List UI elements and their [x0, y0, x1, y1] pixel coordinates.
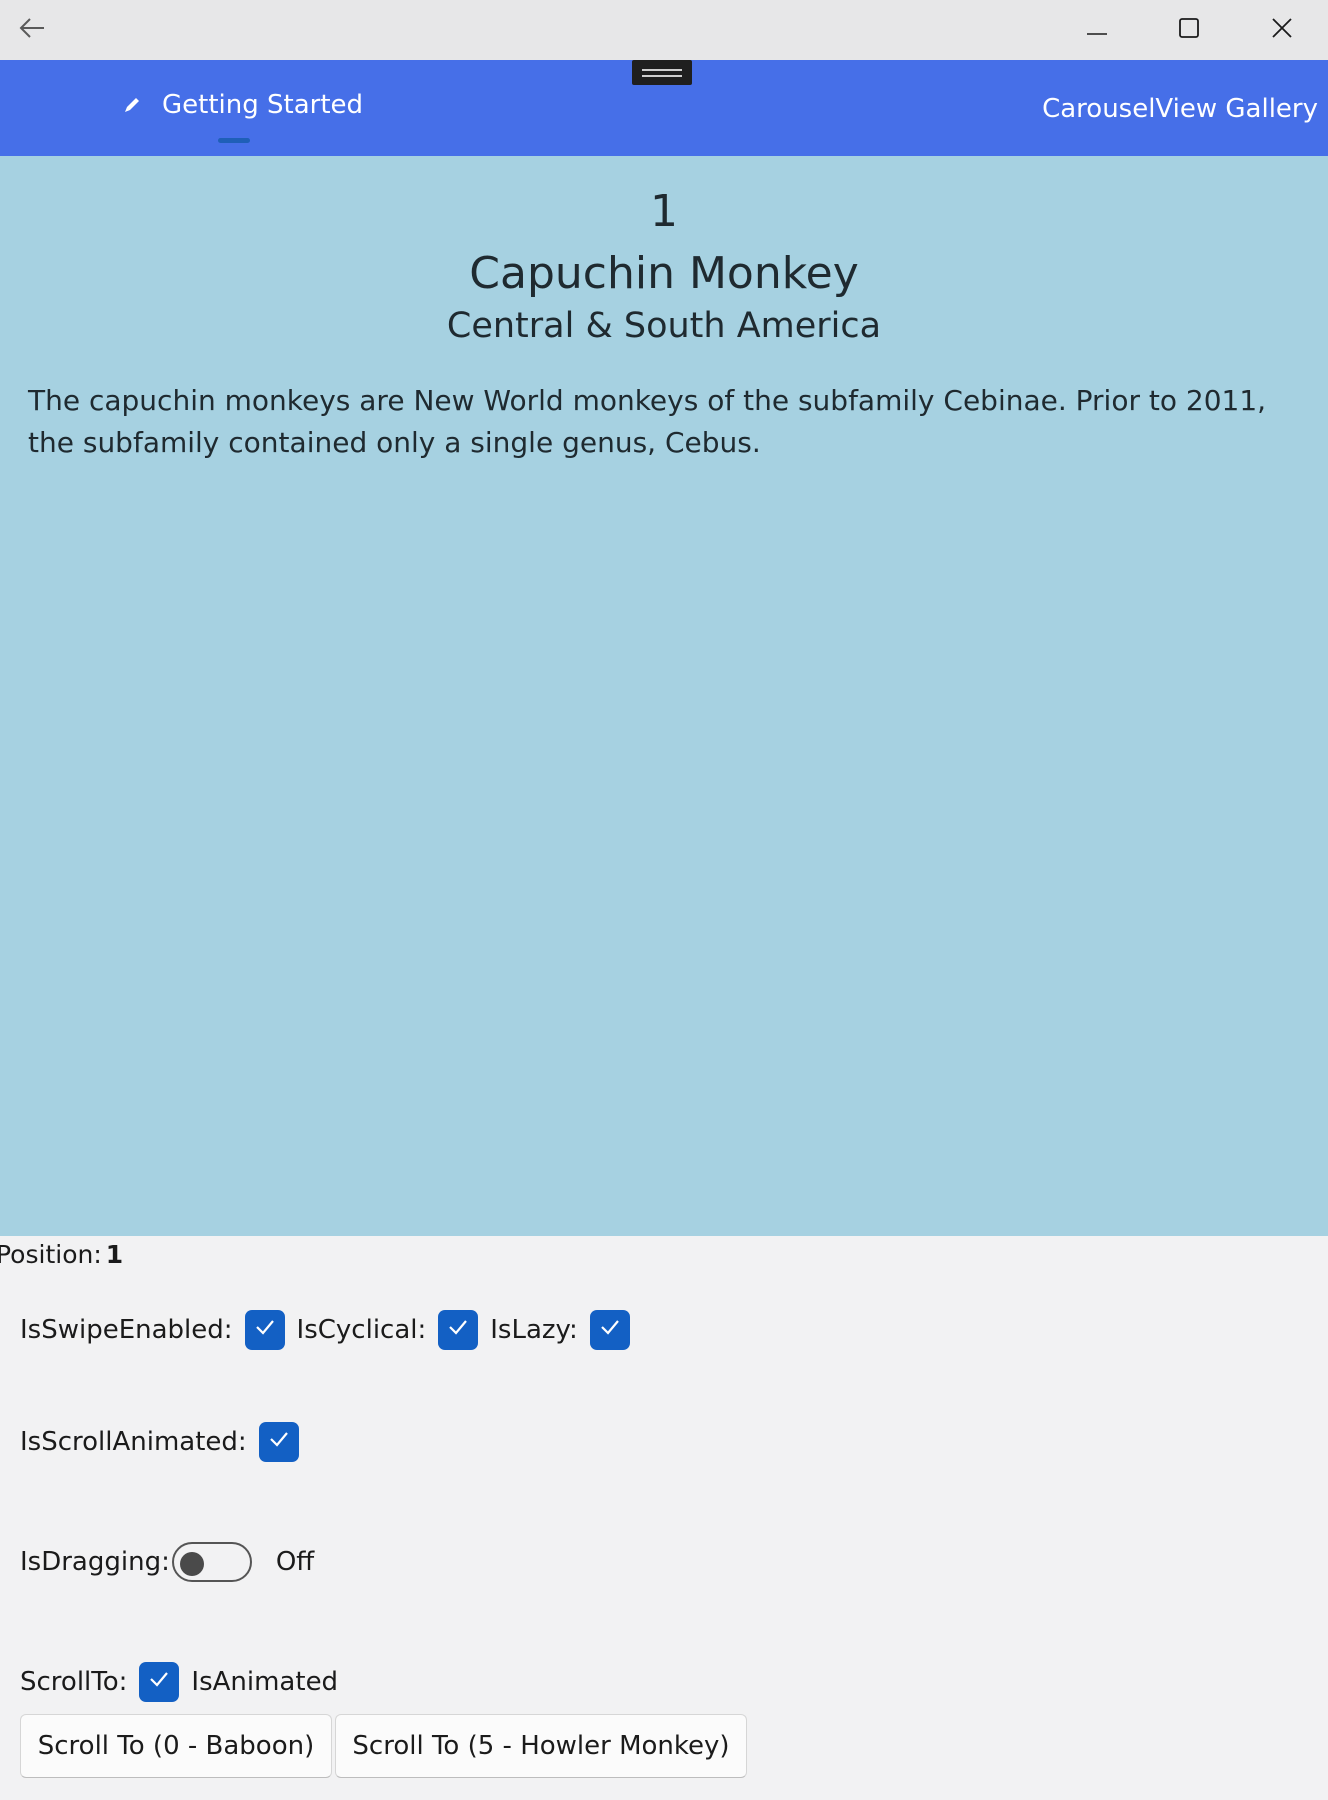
- is-animated-checkbox[interactable]: [139, 1662, 180, 1702]
- tab-selection-indicator: [218, 138, 250, 143]
- scroll-to-baboon-button[interactable]: Scroll To (0 - Baboon): [20, 1714, 332, 1778]
- arrow-left-icon: [18, 17, 46, 43]
- pencil-icon: [122, 95, 142, 115]
- is-lazy-checkbox[interactable]: [589, 1310, 630, 1350]
- checkmark-icon: [446, 1315, 470, 1346]
- is-scroll-animated-label: IsScrollAnimated:: [20, 1427, 247, 1457]
- card-name: Capuchin Monkey: [469, 248, 859, 299]
- drag-handle[interactable]: [632, 60, 692, 85]
- title-bar: [0, 0, 1328, 60]
- is-animated-label: IsAnimated: [191, 1667, 339, 1697]
- position-label: Position:: [0, 1240, 102, 1269]
- position-readout: Position: 1: [0, 1240, 123, 1269]
- is-dragging-toggle[interactable]: [171, 1542, 252, 1582]
- back-button[interactable]: [0, 0, 64, 60]
- card-location: Central & South America: [446, 306, 882, 346]
- dragging-row: IsDragging: Off: [20, 1542, 314, 1582]
- is-dragging-state: Off: [275, 1547, 315, 1577]
- checkmark-icon: [267, 1427, 291, 1458]
- maximize-icon: [1178, 17, 1200, 43]
- is-lazy-label: IsLazy:: [490, 1315, 578, 1345]
- maximize-button[interactable]: [1143, 0, 1235, 60]
- checkmark-icon: [253, 1315, 277, 1346]
- scroll-animated-row: IsScrollAnimated:: [20, 1422, 299, 1462]
- tab-label: Getting Started: [162, 90, 364, 120]
- close-button[interactable]: [1235, 0, 1328, 60]
- checkmark-icon: [147, 1667, 171, 1698]
- app-window: Getting Started CarouselView Gallery 1 C…: [0, 0, 1328, 1800]
- carousel-view[interactable]: 1 Capuchin Monkey Central & South Americ…: [0, 156, 1328, 1236]
- checkmark-icon: [598, 1315, 622, 1346]
- scroll-to-howler-monkey-button[interactable]: Scroll To (5 - Howler Monkey): [335, 1714, 747, 1778]
- options-row: IsSwipeEnabled: IsCyclical: IsLazy:: [20, 1310, 630, 1350]
- is-cyclical-label: IsCyclical:: [296, 1315, 427, 1345]
- close-icon: [1271, 17, 1293, 43]
- is-swipe-enabled-checkbox[interactable]: [244, 1310, 285, 1350]
- is-cyclical-checkbox[interactable]: [438, 1310, 479, 1350]
- position-value: 1: [105, 1240, 124, 1269]
- is-scroll-animated-checkbox[interactable]: [258, 1422, 299, 1462]
- card-description: The capuchin monkeys are New World monke…: [28, 384, 1267, 459]
- is-dragging-label: IsDragging:: [20, 1547, 170, 1577]
- scroll-to-row: ScrollTo: IsAnimated: [20, 1662, 350, 1702]
- toggle-knob: [179, 1552, 204, 1576]
- navigation-bar: Getting Started CarouselView Gallery: [0, 60, 1328, 156]
- card-position: 1: [650, 186, 678, 237]
- tab-getting-started[interactable]: Getting Started: [122, 90, 363, 120]
- page-title: CarouselView Gallery: [1042, 94, 1318, 124]
- is-swipe-enabled-label: IsSwipeEnabled:: [20, 1315, 233, 1345]
- scroll-to-label: ScrollTo:: [20, 1667, 128, 1697]
- minimize-icon: [1086, 21, 1108, 40]
- minimize-button[interactable]: [1051, 0, 1143, 60]
